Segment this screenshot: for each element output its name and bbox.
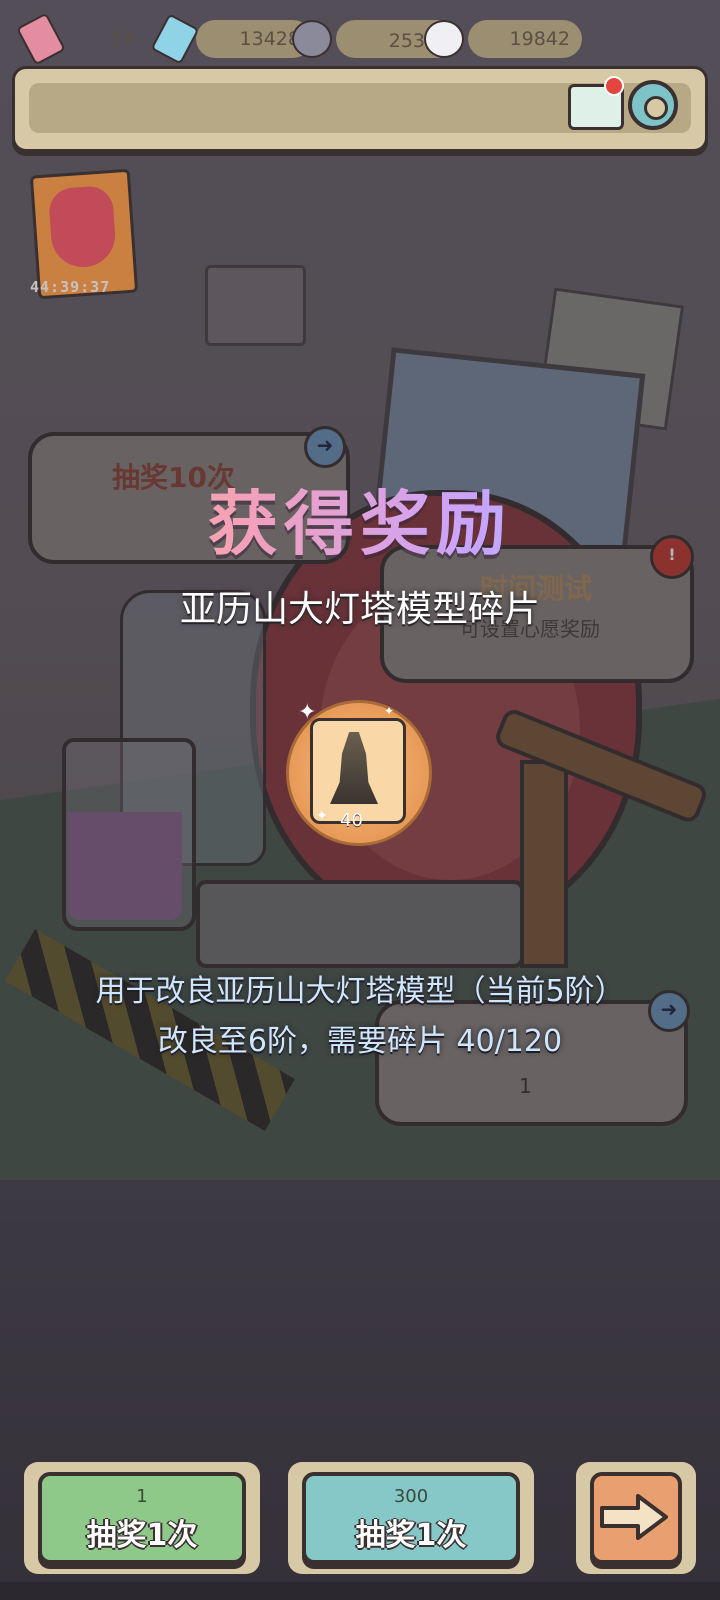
reward-title: 获得奖励 bbox=[0, 468, 720, 569]
reward-item-count: 40 bbox=[340, 810, 363, 831]
draw-once-bubble-button[interactable]: 300 抽奖1次 bbox=[302, 1472, 520, 1564]
ticket-currency[interactable] bbox=[16, 12, 66, 66]
ticket-count-group: 24 bbox=[110, 18, 134, 60]
event-art bbox=[47, 184, 118, 270]
draw-once-ticket-cost: 1 bbox=[136, 1486, 148, 1507]
ticket-count: 24 bbox=[110, 28, 135, 50]
sparkle-icon: ✦ bbox=[384, 704, 395, 718]
blue-ticket-count: 13428 bbox=[239, 28, 300, 50]
draw-once-ticket-label: 抽奖1次 bbox=[86, 1518, 198, 1553]
white-bubble-pill: 19842 bbox=[468, 20, 582, 58]
gear-icon[interactable] bbox=[628, 80, 678, 130]
white-bubble-currency[interactable]: 19842 bbox=[424, 18, 582, 60]
white-bubble-count: 19842 bbox=[509, 28, 570, 50]
arrow-right-icon bbox=[600, 1494, 668, 1540]
blue-ticket-icon bbox=[150, 13, 200, 65]
event-timer: 44:39:37 bbox=[30, 278, 111, 296]
gray-bubble-icon bbox=[292, 20, 332, 58]
reward-description-line1: 用于改良亚历山大灯塔模型（当前5阶） bbox=[95, 974, 625, 1009]
white-bubble-icon bbox=[424, 20, 464, 58]
blue-ticket-currency[interactable]: 13428 bbox=[150, 13, 312, 65]
sparkle-icon: ✦ bbox=[298, 700, 317, 725]
draw-once-ticket-button[interactable]: 1 抽奖1次 bbox=[38, 1472, 246, 1564]
reward-description-line2: 改良至6阶，需要碎片 40/120 bbox=[157, 1024, 563, 1059]
draw-once-bubble-label: 抽奖1次 bbox=[355, 1518, 467, 1553]
reward-item-name: 亚历山大灯塔模型碎片 bbox=[179, 589, 540, 630]
draw-once-bubble-cost: 300 bbox=[393, 1486, 429, 1507]
notification-dot bbox=[604, 76, 624, 96]
sparkle-icon: ✦ bbox=[316, 808, 328, 824]
bottom-edge bbox=[0, 1582, 720, 1600]
